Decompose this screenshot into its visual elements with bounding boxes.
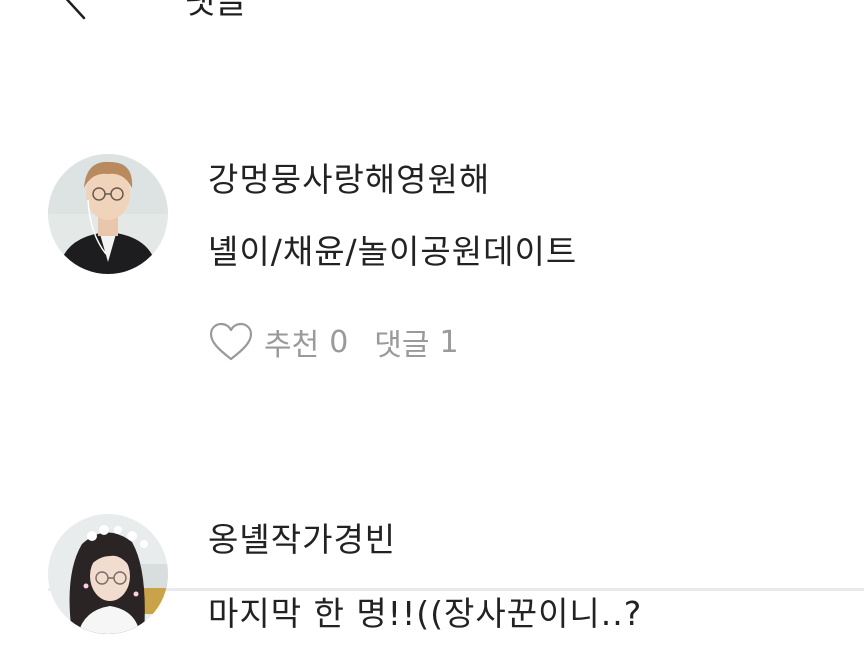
comment-text: 녤이/채윤/놀이공원데이트 (208, 232, 578, 271)
reply-count: 1 (439, 324, 459, 360)
comment-author[interactable]: 강멍뭉사랑해영원해 (208, 154, 490, 206)
like-count: 0 (329, 324, 349, 360)
reply-label[interactable]: 댓글 (374, 320, 429, 364)
header: 댓글 (0, 0, 864, 30)
avatar[interactable] (48, 154, 168, 274)
page-title: 댓글 (184, 0, 247, 22)
comment-text: 마지막 한 명!!((장사꾼이니..? (208, 594, 643, 633)
back-arrow-icon[interactable] (58, 0, 90, 22)
heart-icon[interactable] (208, 322, 254, 362)
like-label[interactable]: 추천 (264, 320, 319, 364)
avatar[interactable] (48, 514, 168, 634)
comments-screen: 댓글 강멍뭉사랑해영원해 녤이/채윤/놀이공원데이트 추천 0 댓글 1 옹녤작… (0, 0, 864, 648)
comment-author[interactable]: 옹녤작가경빈 (208, 514, 396, 566)
comment-actions: 추천 0 댓글 1 (208, 320, 459, 364)
